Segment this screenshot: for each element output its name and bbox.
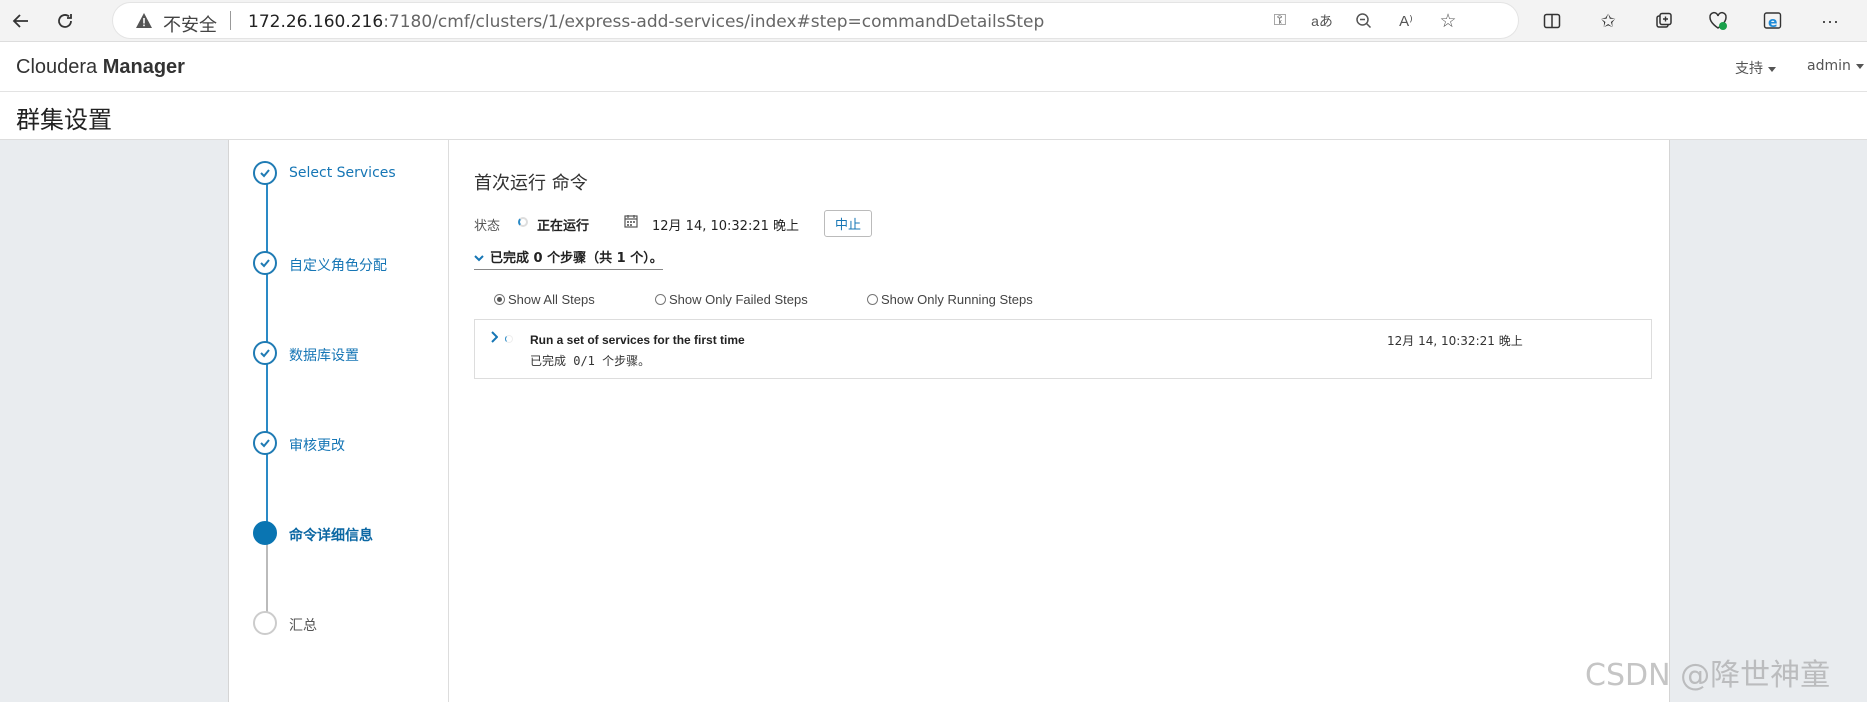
brand-light: Cloudera <box>16 56 103 78</box>
filter-label: Show All Steps <box>508 292 595 307</box>
filter-label: Show Only Running Steps <box>881 292 1033 307</box>
favorite-star-icon[interactable]: ☆ <box>1437 10 1459 32</box>
url-path: :7180/cmf/clusters/1/express-add-service… <box>383 12 1045 32</box>
translate-icon[interactable]: aあ <box>1311 10 1333 32</box>
url-text[interactable]: 172.26.160.216:7180/cmf/clusters/1/expre… <box>248 12 1044 32</box>
user-menu-label: admin <box>1807 58 1851 74</box>
status-value: 正在运行 <box>537 219 590 234</box>
spinner-icon <box>505 335 513 343</box>
brand-bold: Manager <box>102 56 185 78</box>
app-header: Cloudera Manager 支持 admin <box>0 42 1867 92</box>
address-bar[interactable]: 不安全 172.26.160.216:7180/cmf/clusters/1/e… <box>113 3 1518 38</box>
wizard-step-label: 命令详细信息 <box>289 528 373 544</box>
read-aloud-icon[interactable]: A⁾ <box>1395 10 1417 32</box>
wizard-step-label: 数据库设置 <box>289 348 359 364</box>
chevron-down-icon <box>1855 63 1864 69</box>
status-row: 状态 正在运行 12月 14, 10:32:21 晚上 中止 <box>474 210 1074 238</box>
radio-selected-icon <box>494 294 505 305</box>
chevron-down-icon <box>1768 66 1776 72</box>
filter-all-steps[interactable]: Show All Steps <box>494 292 595 307</box>
favorites-icon[interactable]: ✩ <box>1596 9 1620 33</box>
filter-running-steps[interactable]: Show Only Running Steps <box>867 292 1033 307</box>
ie-mode-icon[interactable]: e <box>1761 9 1785 33</box>
command-details: 首次运行 命令 状态 正在运行 12月 14, 10:32:21 晚上 中止 已… <box>474 140 1654 702</box>
wizard-step-label: 审核更改 <box>289 438 345 454</box>
wizard-panel: Select Services 自定义角色分配 数据库设置 审核更改 命令详细信… <box>228 140 1670 702</box>
user-menu[interactable]: admin <box>1807 58 1864 74</box>
wizard-step-command-details[interactable]: 命令详细信息 <box>253 521 443 549</box>
collections-icon[interactable] <box>1652 9 1676 33</box>
wizard-step-select-services[interactable]: Select Services <box>253 161 443 189</box>
check-icon <box>253 251 277 275</box>
more-menu-icon[interactable]: ··· <box>1818 9 1842 33</box>
wizard-step-review-changes[interactable]: 审核更改 <box>253 431 443 459</box>
active-step-icon <box>253 521 277 545</box>
insecure-label[interactable]: 不安全 <box>163 11 217 37</box>
svg-text:e: e <box>1768 15 1778 31</box>
chevron-down-icon <box>474 251 484 266</box>
key-icon[interactable]: ⚿ <box>1269 10 1291 32</box>
start-timestamp: 12月 14, 10:32:21 晚上 <box>652 219 799 234</box>
browser-toolbar: 不安全 172.26.160.216:7180/cmf/clusters/1/e… <box>0 0 1867 42</box>
wizard-step-label: 汇总 <box>289 618 317 634</box>
page-header: 群集设置 <box>0 92 1867 140</box>
step-timestamp: 12月 14, 10:32:21 晚上 <box>1387 334 1523 348</box>
wizard-step-database-setup[interactable]: 数据库设置 <box>253 341 443 369</box>
page-title: 群集设置 <box>16 106 112 134</box>
wizard-steps: Select Services 自定义角色分配 数据库设置 审核更改 命令详细信… <box>229 140 449 702</box>
steps-summary-toggle[interactable]: 已完成 0 个步骤（共 1 个）。 <box>474 247 663 270</box>
split-screen-icon[interactable] <box>1540 9 1564 33</box>
status-label: 状态 <box>474 219 501 234</box>
step-progress: 已完成 0/1 个步骤。 <box>530 354 651 368</box>
address-divider <box>230 11 231 30</box>
spinner-icon <box>518 217 528 227</box>
warning-icon[interactable] <box>135 12 153 30</box>
zoom-out-icon[interactable] <box>1353 10 1375 32</box>
check-icon <box>253 161 277 185</box>
back-icon[interactable] <box>6 6 36 36</box>
check-icon <box>253 431 277 455</box>
url-host: 172.26.160.216 <box>248 12 384 32</box>
step-row: Run a set of services for the first time… <box>474 319 1652 379</box>
browser-essentials-icon[interactable] <box>1706 9 1730 33</box>
support-menu[interactable]: 支持 <box>1735 58 1776 78</box>
pending-step-icon <box>253 611 277 635</box>
steps-summary-text: 已完成 0 个步骤（共 1 个）。 <box>490 251 663 266</box>
wizard-step-summary: 汇总 <box>253 611 443 639</box>
check-icon <box>253 341 277 365</box>
radio-icon <box>655 294 666 305</box>
filter-label: Show Only Failed Steps <box>669 292 808 307</box>
wizard-step-role-assignment[interactable]: 自定义角色分配 <box>253 251 443 279</box>
expand-chevron-icon[interactable] <box>490 330 499 347</box>
command-title: 首次运行 命令 <box>474 173 588 194</box>
wizard-step-label: Select Services <box>289 165 396 181</box>
refresh-icon[interactable] <box>50 6 80 36</box>
radio-icon <box>867 294 878 305</box>
step-name: Run a set of services for the first time <box>530 333 745 347</box>
watermark: CSDN @降世神童 <box>1585 658 1831 693</box>
app-logo[interactable]: Cloudera Manager <box>16 56 185 79</box>
wizard-step-label: 自定义角色分配 <box>289 258 387 274</box>
abort-button[interactable]: 中止 <box>824 210 872 237</box>
calendar-icon <box>624 215 638 228</box>
support-menu-label: 支持 <box>1735 61 1763 77</box>
filter-failed-steps[interactable]: Show Only Failed Steps <box>655 292 808 307</box>
